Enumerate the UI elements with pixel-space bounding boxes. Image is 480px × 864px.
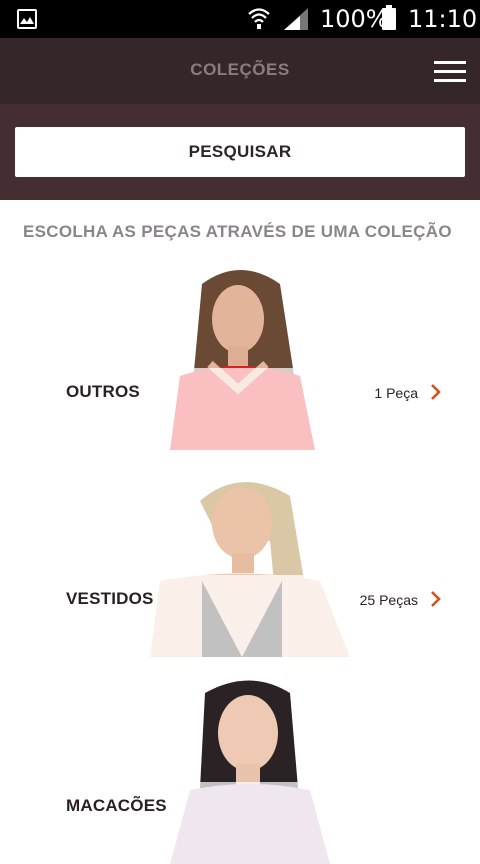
image-notification-icon	[17, 9, 37, 29]
collection-item-vestidos[interactable]: VESTIDOS 25 Peças	[0, 471, 480, 657]
collection-name: VESTIDOS	[66, 589, 154, 608]
item-overlay	[0, 575, 480, 657]
collection-item-macacoes[interactable]: MACACÕES	[0, 678, 480, 864]
battery-percentage: 100%	[320, 5, 389, 33]
chevron-right-icon	[431, 384, 441, 400]
status-bar: 100% 11:10	[0, 0, 480, 38]
search-button[interactable]: PESQUISAR	[15, 127, 465, 177]
section-heading: ESCOLHA AS PEÇAS ATRAVÉS DE UMA COLEÇÃO	[23, 222, 452, 241]
collection-name: MACACÕES	[66, 796, 167, 815]
collection-count: 1 Peça	[374, 385, 418, 401]
app-bar: COLEÇÕES	[0, 38, 480, 104]
battery-icon	[382, 5, 396, 30]
collection-name: OUTROS	[66, 382, 140, 401]
collection-item-outros[interactable]: OUTROS 1 Peça	[0, 264, 480, 450]
chevron-right-icon	[431, 591, 441, 607]
signal-icon	[284, 8, 308, 30]
item-overlay	[0, 782, 480, 864]
menu-icon[interactable]	[434, 59, 466, 83]
page-title: COLEÇÕES	[190, 60, 290, 79]
item-overlay	[0, 368, 480, 450]
search-area: PESQUISAR	[0, 104, 480, 200]
wifi-icon	[248, 8, 270, 29]
collection-count: 25 Peças	[359, 592, 418, 608]
clock: 11:10	[408, 5, 478, 33]
